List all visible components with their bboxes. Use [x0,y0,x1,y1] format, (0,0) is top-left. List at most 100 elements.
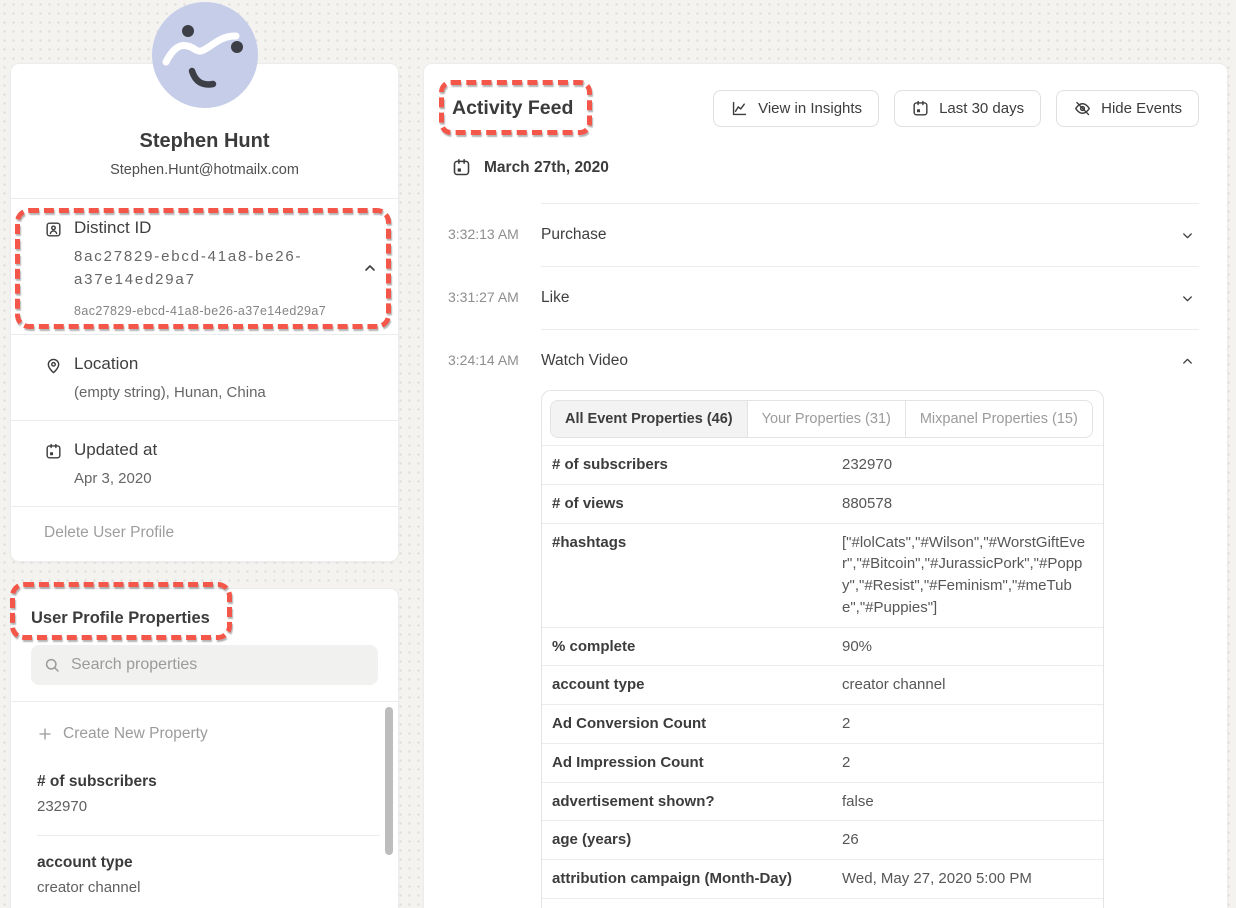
property-name: Ad Impression Count [542,743,842,782]
property-name: attribution channel [542,898,842,908]
updated-at-value: Apr 3, 2020 [74,467,378,490]
date-range-button[interactable]: Last 30 days [894,90,1041,127]
property-value: ["#lolCats","#Wilson","#WorstGiftEver","… [842,523,1103,627]
events-list: 3:32:13 AM Purchase 3:31:2 [448,203,1199,908]
distinct-id-subvalue: 8ac27829-ebcd-41a8-be26-a37e14ed29a7 [74,304,362,318]
event-time: 3:24:14 AM [448,329,541,908]
event-name: Like [541,289,569,307]
properties-title: User Profile Properties [31,609,378,628]
chevron-down-icon[interactable] [1180,228,1195,243]
table-row: Ad Conversion Count 2 [542,705,1103,744]
user-profile-card: Stephen Hunt Stephen.Hunt@hotmailx.com D… [10,63,399,562]
location-label: Location [74,354,378,374]
table-row: #hashtags ["#lolCats","#Wilson","#WorstG… [542,523,1103,627]
event-row-purchase[interactable]: 3:32:13 AM Purchase [448,203,1199,266]
distinct-id-section: Distinct ID 8ac27829-ebcd-41a8-be26-a37e… [11,198,398,334]
property-value: 90% [842,627,1103,666]
hide-events-button[interactable]: Hide Events [1056,90,1199,127]
table-row: % complete 90% [542,627,1103,666]
property-value: 2 [842,743,1103,782]
calendar-icon [911,99,930,118]
list-item[interactable]: # of subscribers 232970 [37,755,380,836]
activity-feed-card: Activity Feed View in Insights [423,63,1228,908]
avatar-face-icon [152,2,258,108]
property-value: 26 [842,821,1103,860]
calendar-icon [44,442,63,461]
page-title: Activity Feed [452,97,573,120]
property-value: 232970 [37,798,380,815]
event-row-watch-video[interactable]: 3:24:14 AM Watch Video [448,329,1199,908]
property-name: # of views [542,484,842,523]
eye-off-icon [1073,99,1092,118]
collapse-caret-icon[interactable] [362,260,378,276]
feed-actions: View in Insights Last 30 days [713,90,1199,127]
event-time: 3:32:13 AM [448,203,541,266]
view-in-insights-button[interactable]: View in Insights [713,90,879,127]
property-value: creator channel [37,879,380,896]
event-name: Watch Video [541,352,628,370]
view-in-insights-label: View in Insights [758,100,862,117]
property-value: 2 [842,705,1103,744]
property-name: % complete [542,627,842,666]
property-name: attribution campaign (Month-Day) [542,860,842,899]
activity-feed-title-wrap: Activity Feed [448,97,573,120]
create-new-property-button[interactable]: Create New Property [11,702,380,755]
left-column: Stephen Hunt Stephen.Hunt@hotmailx.com D… [10,0,399,908]
chevron-up-icon[interactable] [1180,354,1195,369]
table-row: # of subscribers 232970 [542,446,1103,485]
properties-header: User Profile Properties [11,589,398,645]
chevron-down-icon[interactable] [1180,291,1195,306]
line-chart-icon [730,99,749,118]
scrollbar-thumb[interactable] [385,707,393,855]
property-name: account type [37,854,380,872]
table-row: # of views 880578 [542,484,1103,523]
id-badge-icon [44,220,63,239]
property-name: # of subscribers [542,446,842,485]
search-properties-input[interactable] [71,656,366,674]
distinct-id-label: Distinct ID [74,218,362,238]
distinct-id-value: 8ac27829-ebcd-41a8-be26-a37e14ed29a7 [74,245,362,292]
property-value: 880578 [842,484,1103,523]
activity-feed-header: Activity Feed View in Insights [448,90,1199,127]
create-new-property-label: Create New Property [63,725,208,743]
date-range-label: Last 30 days [939,100,1024,117]
date-group-header: March 27th, 2020 [448,157,1199,178]
location-section: Location (empty string), Hunan, China [11,334,398,420]
user-profile-properties-card: User Profile Properties [10,588,399,908]
event-properties-table: # of subscribers 232970 # of views 88057… [542,445,1103,908]
table-row: age (years) 26 [542,821,1103,860]
scrollbar-track[interactable] [385,707,393,908]
property-name: age (years) [542,821,842,860]
hide-events-label: Hide Events [1101,100,1182,117]
property-value: false [842,782,1103,821]
table-row: advertisement shown? false [542,782,1103,821]
tab-your-properties[interactable]: Your Properties (31) [747,401,905,437]
user-name: Stephen Hunt [31,130,378,153]
tab-all-event-properties[interactable]: All Event Properties (46) [551,401,747,437]
updated-at-label: Updated at [74,440,378,460]
property-name: Ad Conversion Count [542,705,842,744]
event-name: Purchase [541,226,606,244]
property-value: Facebook [842,898,1103,908]
list-item[interactable]: account type creator channel [37,836,380,908]
location-value: (empty string), Hunan, China [74,381,378,404]
plus-icon [37,726,53,742]
tab-mixpanel-properties[interactable]: Mixpanel Properties (15) [905,401,1092,437]
property-value: Wed, May 27, 2020 5:00 PM [842,860,1103,899]
event-row-like[interactable]: 3:31:27 AM Like [448,266,1199,329]
page: Stephen Hunt Stephen.Hunt@hotmailx.com D… [0,0,1236,908]
delete-user-profile-button[interactable]: Delete User Profile [11,506,398,561]
table-row: attribution channel Facebook [542,898,1103,908]
property-name: #hashtags [542,523,842,627]
property-name: # of subscribers [37,773,380,791]
right-column: Activity Feed View in Insights [423,0,1228,908]
property-name: advertisement shown? [542,782,842,821]
location-pin-icon [44,356,63,375]
event-properties-tabs: All Event Properties (46) Your Propertie… [550,400,1093,438]
properties-list: Create New Property # of subscribers 232… [11,701,398,908]
event-detail-panel: All Event Properties (46) Your Propertie… [541,390,1104,908]
user-email: Stephen.Hunt@hotmailx.com [31,162,378,178]
user-avatar [152,2,258,108]
search-properties-field[interactable] [31,645,378,685]
updated-at-section: Updated at Apr 3, 2020 [11,420,398,506]
